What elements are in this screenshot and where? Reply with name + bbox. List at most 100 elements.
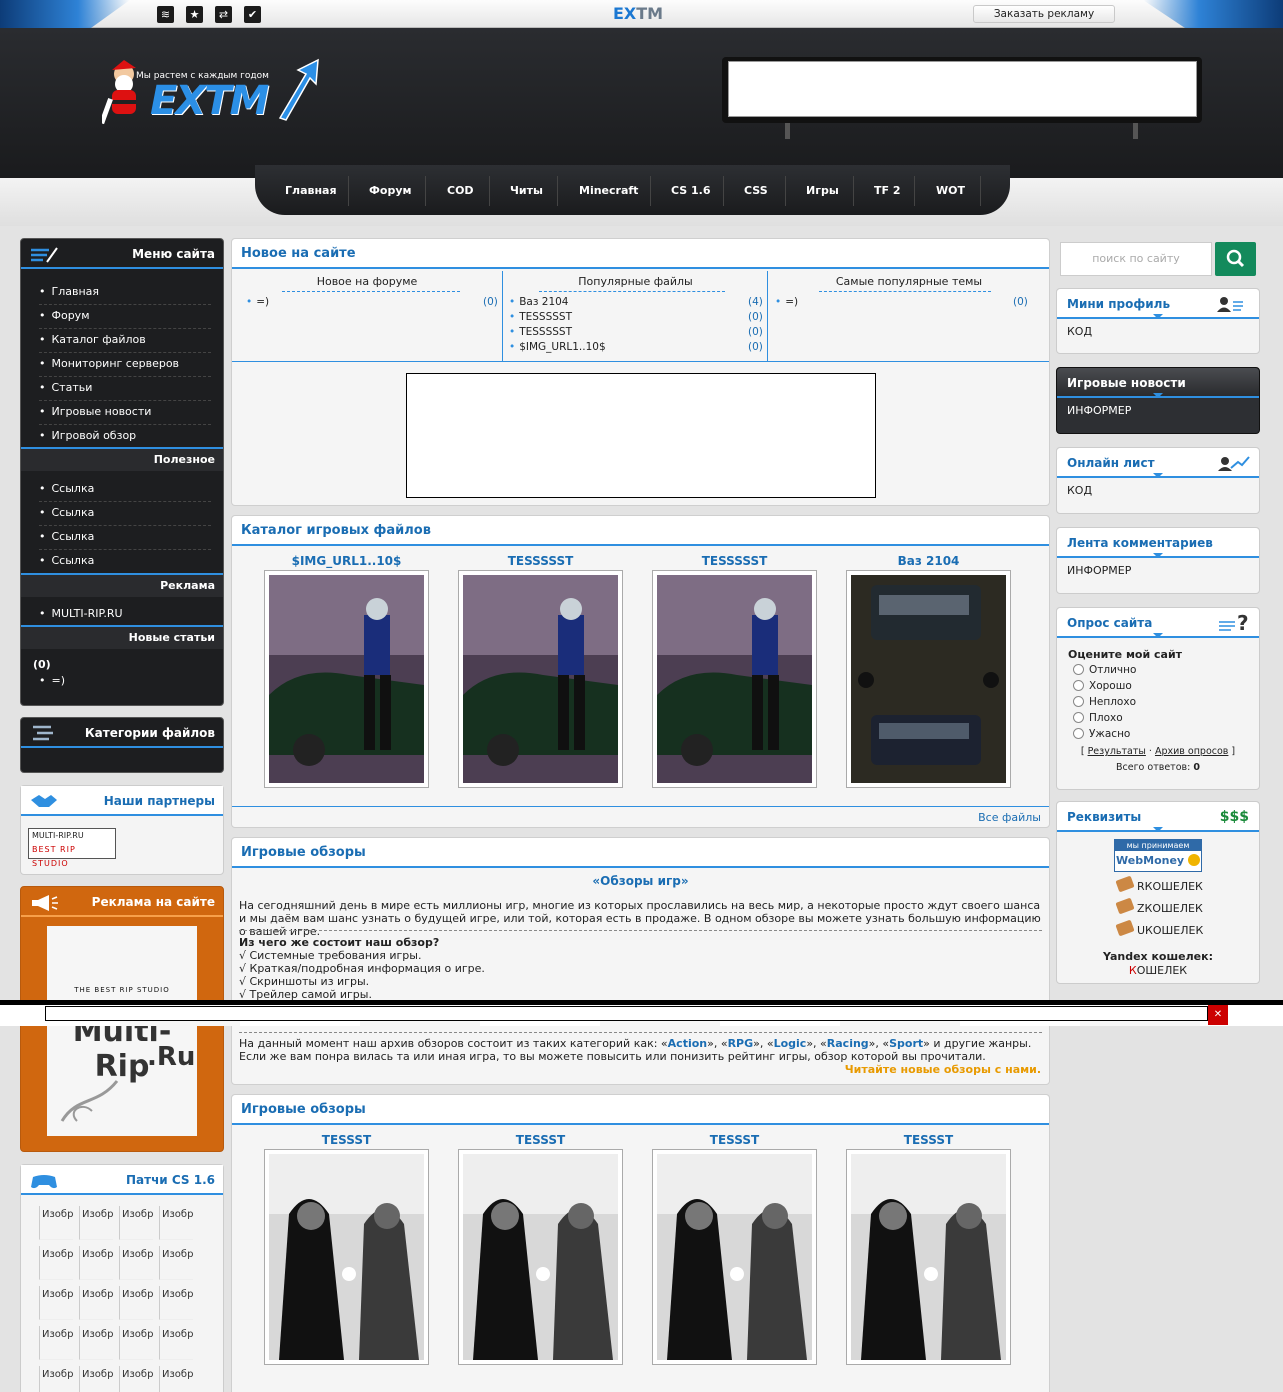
poll-option[interactable]: Ужасно <box>1073 728 1130 740</box>
patch-thumbnail[interactable]: Изобр <box>79 1286 113 1320</box>
nav-wot[interactable]: WOT <box>936 184 965 197</box>
popular-file-item[interactable]: • $IMG_URL1..10$ <box>509 341 606 353</box>
poll-option[interactable]: Хорошо <box>1073 680 1132 692</box>
nav-home[interactable]: Главная <box>285 184 337 197</box>
catalog-item[interactable]: TESSSSST <box>458 554 623 788</box>
check-icon[interactable]: ✔ <box>244 6 261 23</box>
poll-radio[interactable] <box>1073 680 1084 691</box>
patch-thumbnail[interactable]: Изобр <box>119 1246 153 1280</box>
review-gallery-frame[interactable] <box>264 1149 429 1365</box>
useful-link[interactable]: Ссылка <box>39 478 211 502</box>
new-articles-item[interactable]: =) <box>39 670 211 694</box>
nav-forum[interactable]: Форум <box>369 184 412 197</box>
nav-tf2[interactable]: TF 2 <box>874 184 901 197</box>
useful-link[interactable]: Ссылка <box>39 526 211 550</box>
catalog-item-frame[interactable] <box>458 570 623 788</box>
patch-thumbnail[interactable]: Изобр <box>79 1366 113 1392</box>
menu-item-forum[interactable]: Форум <box>39 305 211 329</box>
ads-link[interactable]: MULTI-RIP.RU <box>39 603 211 627</box>
popular-file-item[interactable]: • TESSSSST <box>509 326 572 338</box>
menu-item-home[interactable]: Главная <box>39 281 211 305</box>
patch-thumbnail[interactable]: Изобр <box>39 1286 73 1320</box>
nav-games[interactable]: Игры <box>806 184 839 197</box>
nav-cs16[interactable]: CS 1.6 <box>671 184 711 197</box>
catalog-item[interactable]: $IMG_URL1..10$ <box>264 554 429 788</box>
catalog-item-frame[interactable] <box>652 570 817 788</box>
multirip-ad-banner[interactable]: THE BEST RIP STUDIO Multi-Rip .Ru <box>47 926 197 1136</box>
patch-thumbnail[interactable]: Изобр <box>39 1366 73 1392</box>
poll-option[interactable]: Отлично <box>1073 664 1136 676</box>
category-sport-link[interactable]: Sport <box>889 1037 923 1050</box>
useful-link[interactable]: Ссылка <box>39 502 211 526</box>
poll-radio[interactable] <box>1073 712 1084 723</box>
catalog-item-title[interactable]: Ваз 2104 <box>846 554 1011 570</box>
patch-thumbnail[interactable]: Изобр <box>159 1206 193 1240</box>
category-action-link[interactable]: Action <box>668 1037 707 1050</box>
catalog-item-frame[interactable] <box>264 570 429 788</box>
review-gallery-item[interactable]: TESSST <box>264 1133 429 1365</box>
partner-banner-multirip[interactable]: MULTI-RIP.RU BEST RIP STUDIO <box>28 828 116 868</box>
catalog-item[interactable]: Ваз 2104 <box>846 554 1011 788</box>
order-ad-button[interactable]: Заказать рекламу <box>973 5 1115 23</box>
menu-item-articles[interactable]: Статьи <box>39 377 211 401</box>
header-banner[interactable] <box>728 61 1197 117</box>
review-gallery-item[interactable]: TESSST <box>846 1133 1011 1365</box>
nav-cod[interactable]: COD <box>447 184 474 197</box>
patch-thumbnail[interactable]: Изобр <box>119 1286 153 1320</box>
category-logic-link[interactable]: Logic <box>774 1037 807 1050</box>
menu-item-game-review[interactable]: Игровой обзор <box>39 425 211 449</box>
patch-thumbnail[interactable]: Изобр <box>79 1246 113 1280</box>
popular-file-item[interactable]: • Ваз 2104 <box>509 296 568 308</box>
category-rpg-link[interactable]: RPG <box>728 1037 754 1050</box>
review-gallery-item[interactable]: TESSST <box>652 1133 817 1365</box>
patch-thumbnail[interactable]: Изобр <box>39 1246 73 1280</box>
catalog-item-frame[interactable] <box>846 570 1011 788</box>
patch-thumbnail[interactable]: Изобр <box>119 1326 153 1360</box>
search-button[interactable] <box>1215 242 1256 276</box>
poll-radio[interactable] <box>1073 664 1084 675</box>
star-icon[interactable]: ★ <box>186 6 203 23</box>
rss-icon[interactable]: ≋ <box>157 6 174 23</box>
catalog-item-title[interactable]: TESSSSST <box>458 554 623 570</box>
patch-thumbnail[interactable]: Изобр <box>159 1286 193 1320</box>
all-files-link[interactable]: Все файлы <box>978 811 1041 824</box>
patch-thumbnail[interactable]: Изобр <box>159 1246 193 1280</box>
patch-thumbnail[interactable]: Изобр <box>119 1206 153 1240</box>
review-gallery-frame[interactable] <box>652 1149 817 1365</box>
webmoney-badge[interactable]: мы принимаем WebMoney <box>1114 839 1202 872</box>
forum-new-item[interactable]: • =) <box>246 296 269 308</box>
site-logo[interactable]: Мы растем с каждым годом EXTM <box>90 56 320 136</box>
popular-file-item[interactable]: • TESSSSST <box>509 311 572 323</box>
nav-minecraft[interactable]: Minecraft <box>579 184 638 197</box>
review-gallery-title[interactable]: TESSST <box>458 1133 623 1149</box>
poll-option[interactable]: Неплохо <box>1073 696 1136 708</box>
read-reviews-link[interactable]: Читайте новые обзоры с нами. <box>845 1063 1041 1076</box>
marquee-logo-icon[interactable]: ✕ <box>1208 1005 1228 1025</box>
menu-item-catalog[interactable]: Каталог файлов <box>39 329 211 353</box>
catalog-item-title[interactable]: $IMG_URL1..10$ <box>264 554 429 570</box>
popular-topic-item[interactable]: • =) <box>775 296 798 308</box>
review-gallery-title[interactable]: TESSST <box>652 1133 817 1149</box>
nav-css[interactable]: CSS <box>744 184 768 197</box>
patch-thumbnail[interactable]: Изобр <box>79 1206 113 1240</box>
review-gallery-item[interactable]: TESSST <box>458 1133 623 1365</box>
nav-cheats[interactable]: Читы <box>510 184 543 197</box>
patch-thumbnail[interactable]: Изобр <box>119 1366 153 1392</box>
marquee-bar[interactable] <box>45 1006 1208 1021</box>
patch-thumbnail[interactable]: Изобр <box>39 1326 73 1360</box>
review-gallery-frame[interactable] <box>846 1149 1011 1365</box>
poll-radio[interactable] <box>1073 696 1084 707</box>
patch-thumbnail[interactable]: Изобр <box>79 1326 113 1360</box>
review-gallery-title[interactable]: TESSST <box>264 1133 429 1149</box>
patch-thumbnail[interactable]: Изобр <box>159 1366 193 1392</box>
poll-option[interactable]: Плохо <box>1073 712 1123 724</box>
review-gallery-title[interactable]: TESSST <box>846 1133 1011 1149</box>
category-racing-link[interactable]: Racing <box>827 1037 869 1050</box>
catalog-item-title[interactable]: TESSSSST <box>652 554 817 570</box>
catalog-item[interactable]: TESSSSST <box>652 554 817 788</box>
share-icon[interactable]: ⇄ <box>215 6 232 23</box>
poll-archive-link[interactable]: Архив опросов <box>1155 746 1228 757</box>
patch-thumbnail[interactable]: Изобр <box>159 1326 193 1360</box>
search-input[interactable]: поиск по сайту <box>1060 242 1212 276</box>
poll-radio[interactable] <box>1073 728 1084 739</box>
